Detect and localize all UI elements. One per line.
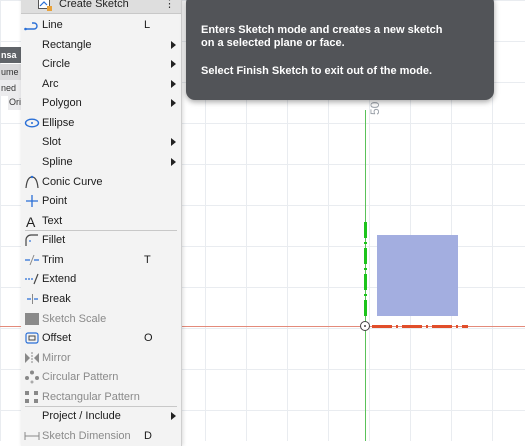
sketch-profile-square[interactable] bbox=[377, 235, 458, 316]
menu-item-label: Rectangle bbox=[42, 38, 92, 51]
menu-separator bbox=[25, 230, 177, 232]
text-icon: A bbox=[24, 214, 40, 230]
menu-item-label: Ellipse bbox=[42, 116, 75, 129]
mirror-icon bbox=[24, 351, 40, 366]
ruler-label: 50 bbox=[368, 101, 382, 115]
menu-item-label: Fillet bbox=[42, 234, 66, 247]
origin-point[interactable] bbox=[360, 321, 370, 331]
create-sketch-label: Create Sketch bbox=[59, 0, 129, 10]
menu-item-label: Sketch Scale bbox=[42, 312, 107, 325]
more-options-icon[interactable]: ⋮ bbox=[164, 0, 175, 10]
create-sketch-tooltip: Enters Sketch mode and creates a new ske… bbox=[186, 0, 494, 100]
submenu-arrow-icon bbox=[171, 40, 176, 49]
tooltip-text-line-1: Enters Sketch mode and creates a new ske… bbox=[201, 24, 443, 36]
ellipse-icon bbox=[24, 116, 40, 131]
fillet-icon bbox=[24, 233, 40, 248]
menu-item-label: Slot bbox=[42, 136, 61, 149]
menu-item-label: Spline bbox=[42, 155, 73, 168]
rectangular-pattern-icon bbox=[24, 390, 40, 405]
submenu-arrow-icon bbox=[171, 60, 176, 69]
create-sketch-icon bbox=[38, 0, 53, 15]
menu-item-label: Extend bbox=[42, 273, 77, 286]
menu-item-line[interactable]: Line L bbox=[21, 16, 181, 36]
conic-curve-icon bbox=[24, 175, 40, 190]
submenu-arrow-icon bbox=[171, 412, 176, 421]
sketch-dropdown-menu: Create Sketch ⋮ Line L Rectangle Circle Arc P… bbox=[21, 0, 182, 446]
menu-item-label: Circle bbox=[42, 58, 71, 71]
menu-item-label: Rectangular Pattern bbox=[42, 390, 140, 403]
extend-icon bbox=[24, 272, 40, 287]
sketch-dimension-icon bbox=[24, 429, 40, 444]
menu-separator bbox=[25, 406, 177, 408]
menu-item-shortcut: O bbox=[144, 332, 153, 345]
trim-icon bbox=[24, 253, 40, 268]
menu-item-label: Arc bbox=[42, 77, 59, 90]
svg-text:A: A bbox=[26, 214, 36, 229]
menu-item-trim[interactable]: Trim T bbox=[21, 251, 181, 271]
menu-item-mirror[interactable]: Mirror bbox=[21, 349, 181, 369]
menu-item-fillet[interactable]: Fillet bbox=[21, 231, 181, 251]
sketch-scale-icon bbox=[24, 312, 40, 327]
menu-item-label: Text bbox=[42, 214, 63, 227]
menu-item-polygon[interactable]: Polygon bbox=[21, 94, 181, 114]
menu-item-label: Trim bbox=[42, 253, 64, 266]
submenu-arrow-icon bbox=[171, 79, 176, 88]
tooltip-text-line-3: Select Finish Sketch to exit out of the … bbox=[201, 65, 433, 77]
menu-item-label: Polygon bbox=[42, 97, 82, 110]
menu-item-rectangle[interactable]: Rectangle bbox=[21, 36, 181, 56]
tooltip-text-line-2: on a selected plane or face. bbox=[201, 37, 345, 49]
menu-item-spline[interactable]: Spline bbox=[21, 153, 181, 173]
menu-item-label: Mirror bbox=[42, 351, 71, 364]
point-icon bbox=[24, 194, 40, 209]
menu-item-ellipse[interactable]: Ellipse bbox=[21, 114, 181, 134]
circular-pattern-icon bbox=[24, 370, 40, 385]
menu-item-label: Circular Pattern bbox=[42, 371, 119, 384]
submenu-arrow-icon bbox=[171, 138, 176, 147]
menu-item-offset[interactable]: Offset O bbox=[21, 329, 181, 349]
browser-node[interactable]: ume bbox=[0, 64, 23, 80]
menu-item-shortcut: T bbox=[144, 253, 151, 266]
menu-item-extend[interactable]: Extend bbox=[21, 270, 181, 290]
menu-item-label: Sketch Dimension bbox=[42, 429, 131, 442]
browser-tab[interactable]: nsa bbox=[0, 47, 23, 63]
menu-item-label: Conic Curve bbox=[42, 175, 103, 188]
menu-item-label: Offset bbox=[42, 332, 72, 345]
menu-item-project-include[interactable]: Project / Include bbox=[21, 407, 181, 427]
menu-item-point[interactable]: Point bbox=[21, 192, 181, 212]
menu-item-conic-curve[interactable]: Conic Curve bbox=[21, 173, 181, 193]
menu-item-shortcut: D bbox=[144, 429, 152, 442]
menu-item-circular-pattern[interactable]: Circular Pattern bbox=[21, 368, 181, 388]
submenu-arrow-icon bbox=[171, 157, 176, 166]
menu-item-sketch-dimension[interactable]: Sketch Dimension D bbox=[21, 427, 181, 446]
menu-item-circle[interactable]: Circle bbox=[21, 55, 181, 75]
submenu-arrow-icon bbox=[171, 99, 176, 108]
menu-item-shortcut: L bbox=[144, 19, 151, 31]
menu-item-label: Project / Include bbox=[42, 410, 121, 423]
menu-item-arc[interactable]: Arc bbox=[21, 75, 181, 95]
line-icon bbox=[24, 18, 40, 33]
menu-item-slot[interactable]: Slot bbox=[21, 133, 181, 153]
menu-item-rectangular-pattern[interactable]: Rectangular Pattern bbox=[21, 388, 181, 408]
menu-item-label: Line bbox=[42, 19, 63, 31]
projected-edge-horizontal bbox=[372, 325, 468, 328]
menu-item-text[interactable]: A Text bbox=[21, 212, 181, 232]
menu-item-break[interactable]: Break bbox=[21, 290, 181, 310]
offset-icon bbox=[24, 331, 40, 346]
menu-item-label: Break bbox=[42, 292, 71, 305]
create-sketch-item[interactable]: Create Sketch ⋮ bbox=[21, 0, 181, 14]
break-icon bbox=[24, 292, 40, 307]
menu-item-sketch-scale[interactable]: Sketch Scale bbox=[21, 310, 181, 330]
menu-item-label: Point bbox=[42, 195, 68, 208]
projected-edge-vertical bbox=[364, 222, 367, 318]
